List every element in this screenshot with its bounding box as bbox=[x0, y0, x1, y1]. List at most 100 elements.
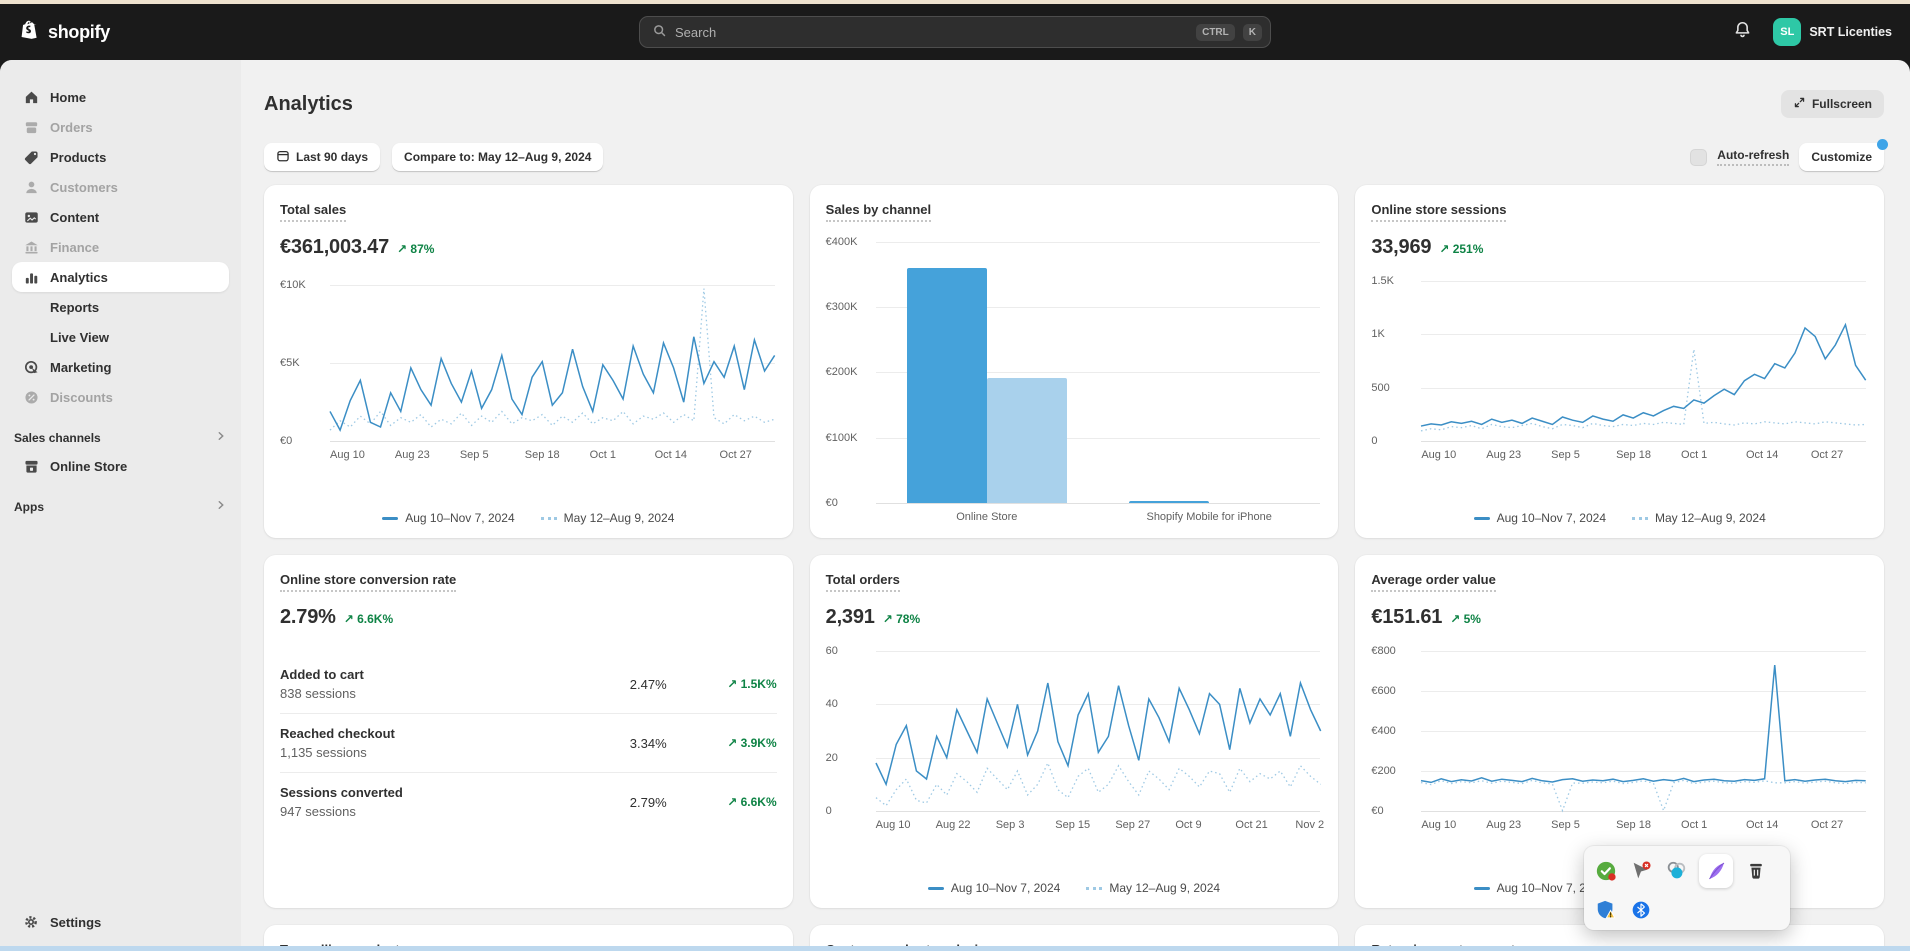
y-axis-label: €0 bbox=[826, 497, 864, 509]
step-delta: 1.5K% bbox=[667, 675, 777, 693]
x-axis-label: Oct 14 bbox=[1746, 819, 1778, 831]
x-axis-label: Aug 10 bbox=[876, 819, 911, 831]
x-axis-label: Sep 3 bbox=[996, 819, 1025, 831]
browser-cluster-icon[interactable] bbox=[1664, 859, 1688, 883]
sidebar-item-analytics[interactable]: Analytics bbox=[12, 262, 229, 292]
legend-item: May 12–Aug 9, 2024 bbox=[541, 511, 675, 525]
x-axis-labels: Aug 10Aug 22Sep 3Sep 15Sep 27Oct 9Oct 21… bbox=[876, 819, 1321, 834]
page-title: Analytics bbox=[264, 93, 353, 116]
card-title[interactable]: Online store conversion rate bbox=[280, 572, 456, 592]
legend-label: Aug 10–Nov 7, 2024 bbox=[951, 881, 1060, 895]
legend-label: May 12–Aug 9, 2024 bbox=[564, 511, 675, 525]
y-axis-label: €200 bbox=[1371, 765, 1409, 777]
sidebar-item-reports[interactable]: Reports bbox=[12, 292, 229, 322]
feather-pen-icon[interactable] bbox=[1699, 854, 1733, 888]
plot-area bbox=[1421, 273, 1866, 441]
sidebar-item-discounts[interactable]: Discounts bbox=[12, 382, 229, 412]
sidebar-item-label: Finance bbox=[50, 240, 99, 255]
card-title[interactable]: Online store sessions bbox=[1371, 202, 1506, 222]
compare-label: Compare to: May 12–Aug 9, 2024 bbox=[404, 150, 591, 164]
sidebar-item-live-view[interactable]: Live View bbox=[12, 322, 229, 352]
sidebar-item-label: Marketing bbox=[50, 360, 111, 375]
x-axis-label: Sep 5 bbox=[460, 449, 489, 461]
y-axis-label: €300K bbox=[826, 301, 864, 313]
metric-value: 2,391 bbox=[826, 606, 875, 629]
topbar: shopify Search CTRL K SL SRT Licenties bbox=[0, 4, 1910, 60]
main-content: Analytics Fullscreen Last 90 days Compar… bbox=[241, 60, 1910, 951]
chevron-right-icon bbox=[215, 430, 227, 445]
notifications-button[interactable] bbox=[1727, 17, 1757, 47]
metric-value-row: 2,39178% bbox=[826, 606, 1323, 629]
metric-value-row: 2.79%6.6K% bbox=[280, 606, 777, 629]
line-chart: 1.5K1K5000 bbox=[1371, 273, 1868, 441]
account-name: SRT Licenties bbox=[1809, 25, 1892, 39]
y-axis-label: 1K bbox=[1371, 328, 1409, 340]
metric-delta: 6.6K% bbox=[344, 612, 393, 626]
storefront-icon bbox=[22, 457, 40, 475]
bluetooth-icon[interactable] bbox=[1629, 898, 1653, 922]
tray-row bbox=[1594, 898, 1780, 922]
legend-item: Aug 10–Nov 7, 2024 bbox=[1474, 511, 1606, 525]
plot-area bbox=[876, 242, 1321, 503]
auto-refresh-label[interactable]: Auto-refresh bbox=[1717, 148, 1789, 166]
x-axis-label: Oct 21 bbox=[1235, 819, 1267, 831]
sidebar-item-finance[interactable]: Finance bbox=[12, 232, 229, 262]
x-axis-labels: Aug 10Aug 23Sep 5Sep 18Oct 1Oct 14Oct 27 bbox=[1421, 819, 1866, 834]
sidebar-item-home[interactable]: Home bbox=[12, 82, 229, 112]
conversion-row[interactable]: Sessions converted947 sessions2.79%6.6K% bbox=[280, 772, 777, 831]
account-menu[interactable]: SL SRT Licenties bbox=[1773, 18, 1892, 46]
compare-button[interactable]: Compare to: May 12–Aug 9, 2024 bbox=[392, 143, 603, 171]
metric-delta: 3.9K% bbox=[727, 736, 776, 750]
sidebar-item-orders[interactable]: Orders bbox=[12, 112, 229, 142]
conversion-step: Sessions converted947 sessions bbox=[280, 785, 557, 819]
sidebar-item-marketing[interactable]: Marketing bbox=[12, 352, 229, 382]
tray-row bbox=[1594, 854, 1780, 888]
fullscreen-button[interactable]: Fullscreen bbox=[1781, 90, 1884, 118]
kbd-k: K bbox=[1243, 24, 1262, 41]
antivirus-check-icon[interactable] bbox=[1594, 859, 1618, 883]
system-tray-popup bbox=[1584, 846, 1790, 930]
card-title[interactable]: Sales by channel bbox=[826, 202, 932, 222]
sidebar-item-content[interactable]: Content bbox=[12, 202, 229, 232]
vpn-arrow-icon[interactable] bbox=[1629, 859, 1653, 883]
sidebar-section-apps[interactable]: Apps bbox=[14, 499, 227, 514]
shopify-logo[interactable]: shopify bbox=[18, 18, 248, 47]
plot-area bbox=[1421, 643, 1866, 811]
conversion-row[interactable]: Added to cart838 sessions2.47%1.5K% bbox=[280, 655, 777, 713]
legend-swatch-current bbox=[1474, 887, 1490, 890]
series-previous-line bbox=[876, 763, 1321, 806]
card-total_sales: Total sales€361,003.4787%€10K€5K€0Aug 10… bbox=[264, 185, 793, 538]
date-range-button[interactable]: Last 90 days bbox=[264, 143, 380, 171]
sidebar-item-customers[interactable]: Customers bbox=[12, 172, 229, 202]
tower-trash-icon[interactable] bbox=[1744, 859, 1768, 883]
fullscreen-icon bbox=[1793, 96, 1806, 112]
card-title[interactable]: Total orders bbox=[826, 572, 900, 592]
shield-warning-icon[interactable] bbox=[1594, 898, 1618, 922]
search-input[interactable]: Search CTRL K bbox=[639, 16, 1271, 48]
finance-icon bbox=[22, 238, 40, 256]
card-online_store_sessions: Online store sessions33,969251%1.5K1K500… bbox=[1355, 185, 1884, 538]
sidebar-section-sales-channels[interactable]: Sales channels bbox=[14, 430, 227, 445]
x-axis-label: Shopify Mobile for iPhone bbox=[1146, 511, 1271, 523]
sidebar-item-online-store[interactable]: Online Store bbox=[12, 451, 229, 481]
sidebar-item-label: Content bbox=[50, 210, 99, 225]
step-sessions: 838 sessions bbox=[280, 686, 557, 701]
customize-button[interactable]: Customize bbox=[1799, 143, 1884, 171]
filters-bar: Last 90 days Compare to: May 12–Aug 9, 2… bbox=[264, 143, 1884, 171]
auto-refresh-checkbox[interactable] bbox=[1690, 149, 1707, 166]
sidebar-item-settings[interactable]: Settings bbox=[12, 907, 229, 937]
bell-icon bbox=[1733, 20, 1752, 44]
y-axis-label: €400 bbox=[1371, 725, 1409, 737]
x-axis-label: Aug 23 bbox=[1486, 449, 1521, 461]
plot-area bbox=[330, 273, 775, 441]
card-title[interactable]: Total sales bbox=[280, 202, 346, 222]
y-axis-label: €800 bbox=[1371, 645, 1409, 657]
conversion-row[interactable]: Reached checkout1,135 sessions3.34%3.9K% bbox=[280, 713, 777, 772]
x-axis-labels: Aug 10Aug 23Sep 5Sep 18Oct 1Oct 14Oct 27 bbox=[330, 449, 775, 464]
calendar-icon bbox=[276, 149, 290, 166]
card-title[interactable]: Average order value bbox=[1371, 572, 1496, 592]
sidebar-item-products[interactable]: Products bbox=[12, 142, 229, 172]
y-axis-label: 40 bbox=[826, 698, 864, 710]
metric-delta: 1.5K% bbox=[727, 677, 776, 691]
x-axis-label: Aug 23 bbox=[395, 449, 430, 461]
